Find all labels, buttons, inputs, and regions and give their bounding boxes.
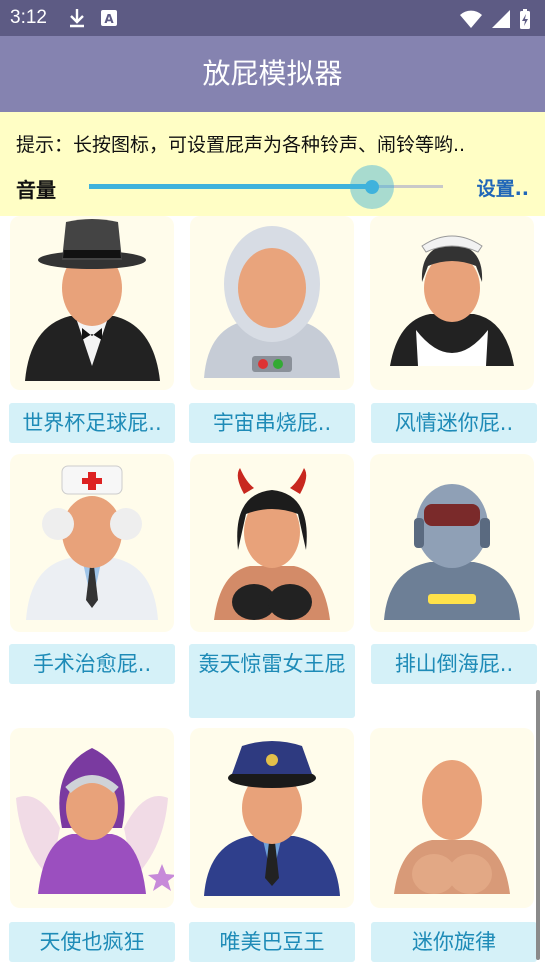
volume-label: 音量 bbox=[16, 178, 56, 202]
download-icon bbox=[70, 9, 84, 28]
sound-grid: 世界杯足球屁.. 宇宙串烧屁.. 风情迷你屁.. 手术治愈屁.. 轰天惊雷女王屁… bbox=[0, 216, 545, 968]
nude-figure-icon bbox=[394, 760, 510, 894]
sound-card[interactable] bbox=[190, 728, 354, 908]
volume-slider[interactable] bbox=[89, 165, 443, 209]
svg-text:A: A bbox=[104, 12, 114, 26]
signal-icon bbox=[492, 10, 510, 28]
wifi-icon bbox=[460, 10, 482, 28]
font-a-icon: A bbox=[101, 10, 117, 26]
sound-card[interactable] bbox=[190, 216, 354, 390]
sound-label-button[interactable]: 世界杯足球屁.. bbox=[9, 403, 175, 443]
devil-woman-icon bbox=[214, 468, 330, 620]
sound-card[interactable] bbox=[370, 728, 534, 908]
tip-text: 提示：长按图标，可设置屁声为各种铃声、闹铃等哟.. bbox=[16, 134, 466, 156]
battery-charging-icon bbox=[520, 9, 530, 29]
sound-card[interactable] bbox=[370, 454, 534, 632]
sound-label-button[interactable]: 天使也疯狂 bbox=[9, 922, 175, 962]
status-time: 3:12 bbox=[10, 7, 47, 28]
status-bar: 3:12 A bbox=[0, 0, 545, 36]
settings-button[interactable]: 设置.. bbox=[477, 174, 529, 201]
fairy-angel-icon bbox=[16, 748, 174, 894]
app-bar: 放屁模拟器 bbox=[0, 36, 545, 112]
sound-card[interactable] bbox=[10, 216, 174, 390]
sound-label-button[interactable]: 唯美巴豆王 bbox=[189, 922, 355, 962]
robot-icon bbox=[384, 484, 520, 620]
doctor-icon bbox=[26, 465, 158, 620]
sound-card[interactable] bbox=[10, 454, 174, 632]
sound-card[interactable] bbox=[190, 454, 354, 632]
gentleman-top-hat-icon bbox=[25, 219, 160, 381]
sound-label-button[interactable]: 手术治愈屁.. bbox=[9, 644, 175, 684]
sound-label-button[interactable]: 轰天惊雷女王屁 bbox=[189, 644, 355, 718]
police-officer-icon bbox=[204, 741, 340, 896]
sound-label-button[interactable]: 风情迷你屁.. bbox=[371, 403, 537, 443]
sound-label-button[interactable]: 排山倒海屁.. bbox=[371, 644, 537, 684]
sound-label-button[interactable]: 迷你旋律 bbox=[371, 922, 537, 962]
sound-card[interactable] bbox=[10, 728, 174, 908]
sound-label-button[interactable]: 宇宙串烧屁.. bbox=[189, 403, 355, 443]
app-title: 放屁模拟器 bbox=[202, 57, 343, 90]
scrollbar[interactable] bbox=[536, 690, 540, 960]
sound-card[interactable] bbox=[370, 216, 534, 390]
volume-slider-fill bbox=[89, 184, 373, 189]
tip-panel: 提示：长按图标，可设置屁声为各种铃声、闹铃等哟.. bbox=[0, 112, 545, 216]
maid-icon bbox=[390, 235, 514, 366]
astronaut-icon bbox=[204, 226, 340, 378]
